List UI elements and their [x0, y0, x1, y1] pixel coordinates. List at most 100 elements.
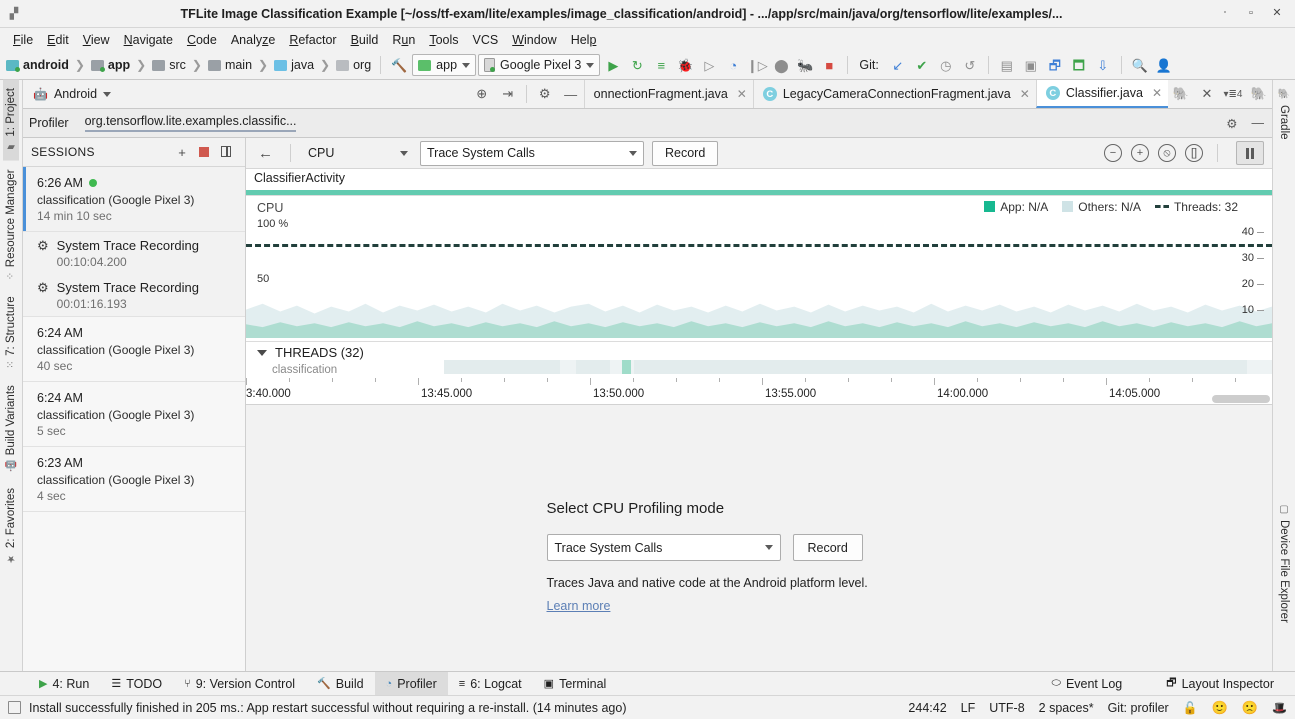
thread-activity-track[interactable]	[444, 360, 1272, 374]
tool-button-run[interactable]: ▶ 4: Run	[28, 672, 100, 695]
sidebar-item-gradle[interactable]: 🐘 Gradle	[1276, 80, 1292, 148]
toggle-sessions-button[interactable]	[215, 145, 237, 160]
stop-button[interactable]: ■	[818, 54, 840, 76]
tool-button-event-log[interactable]: ⬭ Event Log	[1041, 672, 1134, 695]
pause-live-button[interactable]	[1236, 141, 1264, 165]
gear-icon[interactable]: ⚙	[532, 80, 558, 108]
tool-button-logcat[interactable]: ≡ 6: Logcat	[448, 672, 533, 695]
sidebar-item-structure[interactable]: ⁙ 7: Structure	[3, 288, 19, 377]
android-view-selector[interactable]: 🤖 Android	[23, 80, 121, 108]
menu-vcs[interactable]: VCS	[466, 31, 506, 49]
avatar[interactable]: 👤	[1153, 54, 1175, 76]
cpu-usage-chart[interactable]: CPU 100 % 50 App: N/A Others: N/A Thread…	[246, 196, 1272, 342]
line-separator[interactable]: LF	[961, 701, 976, 715]
menu-navigate[interactable]: Navigate	[117, 31, 180, 49]
sidebar-item-resource-manager[interactable]: ⁘ Resource Manager	[3, 161, 19, 288]
threads-section[interactable]: THREADS (32) classification	[246, 342, 1272, 378]
caret-position[interactable]: 244:42	[908, 701, 946, 715]
sidebar-item-project[interactable]: ▰ 1: Project	[3, 80, 19, 161]
breadcrumb-android[interactable]: android	[4, 58, 71, 72]
device-manager-icon[interactable]: 🗖	[1068, 54, 1090, 76]
tab-list-icon[interactable]: ▾≣4	[1220, 80, 1246, 108]
session-item[interactable]: 6:24 AM classification (Google Pixel 3) …	[23, 317, 245, 382]
session-recording-item[interactable]: ⚙ System Trace Recording 00:01:16.193	[23, 274, 245, 317]
tool-button-layout-inspector[interactable]: 🗗 Layout Inspector	[1155, 672, 1285, 695]
sync-gradle-icon[interactable]: ⇩	[1092, 54, 1114, 76]
emoji-happy-icon[interactable]: 🙂	[1212, 700, 1228, 716]
profile-button[interactable]: ◔	[722, 54, 744, 76]
zoom-to-selection-icon[interactable]: []	[1185, 144, 1203, 162]
apply-code-changes-icon[interactable]: ≡	[650, 54, 672, 76]
git-branch[interactable]: Git: profiler	[1108, 701, 1169, 715]
breadcrumb-java[interactable]: java	[272, 58, 316, 72]
minimize-button[interactable]: ‧	[1219, 8, 1231, 19]
menu-bar[interactable]: File Edit View Navigate Code Analyze Ref…	[0, 28, 1295, 51]
menu-code[interactable]: Code	[180, 31, 224, 49]
session-item[interactable]: 6:23 AM classification (Google Pixel 3) …	[23, 447, 245, 512]
lock-icon[interactable]: 🔓	[1183, 701, 1198, 715]
record-button[interactable]: Record	[652, 141, 718, 166]
close-icon[interactable]: ✕	[1149, 86, 1162, 100]
git-history-icon[interactable]: ◷	[935, 54, 957, 76]
tool-button-todo[interactable]: ☰ TODO	[100, 672, 173, 695]
avd-manager-icon[interactable]: ▣	[1020, 54, 1042, 76]
editor-tab-classifier[interactable]: C Classifier.java ✕	[1036, 80, 1168, 108]
step-over-icon[interactable]: ❙▷	[746, 54, 768, 76]
hector-inspection-icon[interactable]: 🎩	[1272, 701, 1287, 715]
sdk-manager-icon[interactable]: ▤	[996, 54, 1018, 76]
sidebar-item-device-file-explorer[interactable]: ▢ Device File Explorer	[1276, 496, 1292, 631]
indent-setting[interactable]: 2 spaces*	[1039, 701, 1094, 715]
menu-view[interactable]: View	[76, 31, 117, 49]
threads-header[interactable]: THREADS (32)	[257, 345, 364, 360]
learn-more-link[interactable]: Learn more	[547, 599, 611, 613]
breadcrumb-org[interactable]: org	[334, 58, 373, 72]
profiler-process-selector[interactable]: org.tensorflow.lite.examples.classific..…	[85, 114, 297, 132]
profiling-mode-select-2[interactable]: Trace System Calls	[547, 534, 781, 561]
device-selector[interactable]: Google Pixel 3	[478, 54, 600, 76]
gradle-elephant-icon[interactable]: 🐘	[1168, 80, 1194, 108]
hide-icon[interactable]: —	[558, 80, 584, 108]
encoding[interactable]: UTF-8	[989, 701, 1024, 715]
run-config-selector[interactable]: app	[412, 54, 476, 76]
close-button[interactable]: ✕	[1271, 8, 1283, 19]
collapse-all-icon[interactable]: ⇥	[495, 80, 521, 108]
sidebar-item-build-variants[interactable]: 🤖 Build Variants	[3, 377, 19, 480]
session-recording-item[interactable]: ⚙ System Trace Recording 00:10:04.200	[23, 232, 245, 274]
timeline-axis[interactable]: 3:40.000 13:45.000 13:50.000 13:55.000 1…	[246, 378, 1272, 405]
close-icon[interactable]: ✕	[734, 87, 747, 101]
attach-process-icon[interactable]: 🐜	[794, 54, 816, 76]
menu-edit[interactable]: Edit	[40, 31, 76, 49]
horizontal-scrollbar[interactable]	[1212, 395, 1270, 403]
menu-tools[interactable]: Tools	[422, 31, 465, 49]
debug-button[interactable]: 🐞	[674, 54, 696, 76]
git-rollback-icon[interactable]: ↺	[959, 54, 981, 76]
locate-icon[interactable]: ⊕	[469, 80, 495, 108]
gear-icon[interactable]: ⚙	[1226, 116, 1237, 131]
apply-changes-icon[interactable]: ↻	[626, 54, 648, 76]
menu-analyze[interactable]: Analyze	[224, 31, 282, 49]
maximize-button[interactable]: ▫	[1245, 8, 1257, 19]
menu-window[interactable]: Window	[505, 31, 563, 49]
window-controls[interactable]: ‧ ▫ ✕	[1219, 0, 1289, 27]
profiling-mode-select[interactable]: Trace System Calls	[420, 141, 644, 166]
close-icon[interactable]: ✕	[1194, 80, 1220, 108]
tool-button-terminal[interactable]: ▣ Terminal	[533, 672, 618, 695]
attach-debugger-icon[interactable]: ▷	[698, 54, 720, 76]
menu-build[interactable]: Build	[344, 31, 386, 49]
breadcrumb-src[interactable]: src	[150, 58, 188, 72]
layout-inspector-icon[interactable]: 🗗	[1044, 54, 1066, 76]
tool-button-build[interactable]: 🔨 Build	[306, 672, 375, 695]
zoom-out-icon[interactable]: −	[1104, 144, 1122, 162]
monitor-selector[interactable]: CPU	[304, 142, 412, 164]
run-button[interactable]: ▶	[602, 54, 624, 76]
menu-file[interactable]: File	[6, 31, 40, 49]
editor-tab-camera-connection-fragment[interactable]: onnectionFragment.java ✕	[584, 80, 753, 108]
close-icon[interactable]: ✕	[1017, 87, 1030, 101]
breadcrumb-main[interactable]: main	[206, 58, 254, 72]
stop-session-button[interactable]	[193, 145, 215, 160]
zoom-in-icon[interactable]: +	[1131, 144, 1149, 162]
search-icon[interactable]: 🔍	[1129, 54, 1151, 76]
stop-debug-icon[interactable]: ⬤	[770, 54, 792, 76]
hide-icon[interactable]: —	[1252, 116, 1265, 130]
tool-button-version-control[interactable]: ⑂ 9: Version Control	[173, 672, 306, 695]
